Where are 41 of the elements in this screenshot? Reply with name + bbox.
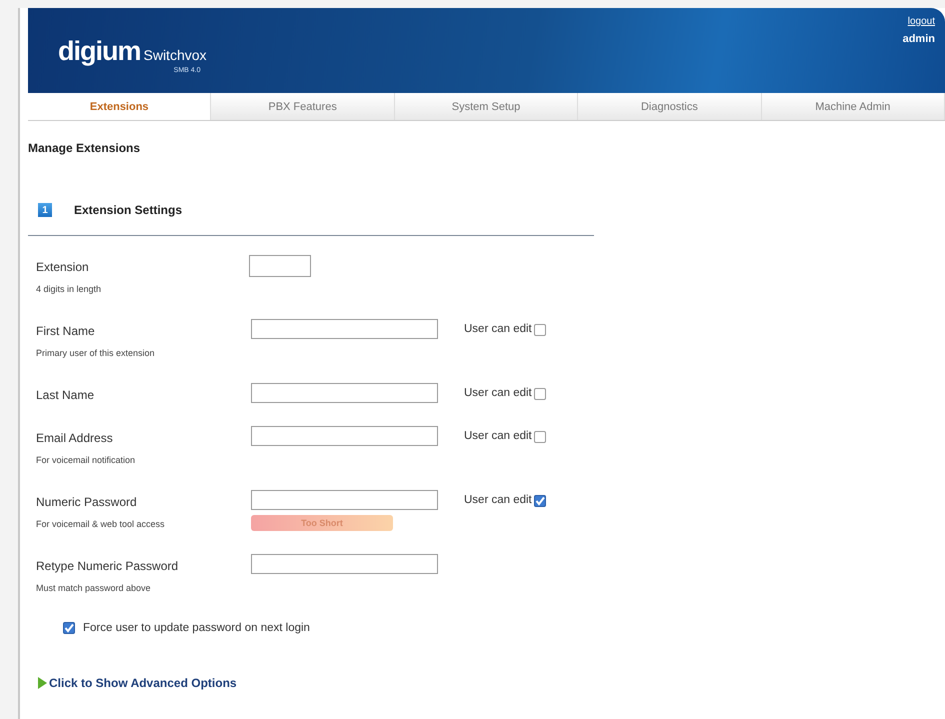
- field-hint: 4 digits in length: [36, 284, 102, 294]
- checkbox-label: User can edit: [464, 323, 532, 335]
- field-label: Last Name: [36, 388, 96, 402]
- field-hint: Must match password above: [36, 583, 152, 593]
- field-label: Extension: [36, 260, 90, 274]
- input-field[interactable]: [251, 554, 438, 574]
- checkbox-label: User can edit: [464, 494, 532, 506]
- expand-arrow-icon: [38, 677, 47, 689]
- field-label: Email Address: [36, 431, 114, 445]
- field-hint: For voicemail & web tool access: [36, 519, 166, 529]
- advanced-options-link[interactable]: Click to Show Advanced Options: [49, 676, 237, 690]
- strength-meter: Too Short: [251, 515, 393, 531]
- username: admin: [902, 33, 935, 45]
- input-field[interactable]: [251, 383, 438, 403]
- checkbox[interactable]: [534, 388, 546, 400]
- field-label: Retype Numeric Password: [36, 559, 180, 573]
- logo-product: Switchvox: [144, 46, 207, 62]
- logout-link[interactable]: logout: [908, 16, 935, 27]
- nav-tab[interactable]: Machine Admin: [762, 93, 945, 120]
- step-number: 1: [38, 203, 52, 217]
- checkbox[interactable]: [534, 495, 546, 507]
- checkbox[interactable]: [63, 622, 75, 634]
- field-hint: Primary user of this extension: [36, 348, 156, 358]
- input-field[interactable]: [249, 255, 311, 277]
- nav-tab[interactable]: System Setup: [394, 93, 578, 120]
- checkbox-label: User can edit: [464, 387, 532, 399]
- nav-tab[interactable]: Diagnostics: [578, 93, 762, 120]
- nav-tab[interactable]: PBX Features: [211, 93, 395, 120]
- checkbox[interactable]: [534, 431, 546, 443]
- checkbox[interactable]: [534, 324, 546, 336]
- field-hint: For voicemail notification: [36, 455, 136, 465]
- logo-brand: digium: [58, 36, 140, 66]
- input-field[interactable]: [251, 319, 438, 339]
- input-field[interactable]: [251, 426, 438, 446]
- checkbox-label: User can edit: [464, 430, 532, 442]
- checkbox-label: Force user to update password on next login: [83, 622, 310, 634]
- input-field[interactable]: [251, 490, 438, 510]
- field-label: Numeric Password: [36, 495, 138, 509]
- page-title: Manage Extensions: [28, 141, 140, 155]
- field-label: First Name: [36, 324, 96, 338]
- section-title: Extension Settings: [74, 203, 182, 217]
